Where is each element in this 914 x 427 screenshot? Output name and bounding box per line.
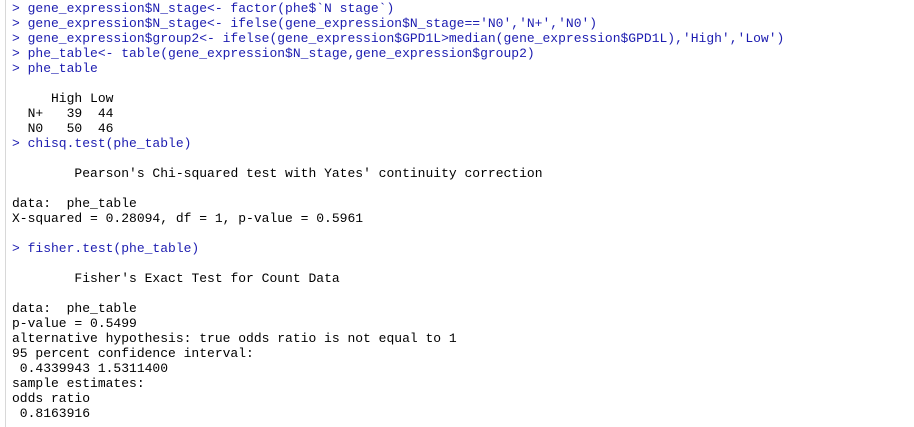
console-command-line: > gene_expression$N_stage<- factor(phe$`… [12, 1, 395, 16]
console-command-line: > fisher.test(phe_table) [12, 241, 200, 256]
console-output-line: X-squared = 0.28094, df = 1, p-value = 0… [12, 211, 364, 226]
console-command-line: > gene_expression$group2<- ifelse(gene_e… [12, 31, 785, 46]
console-output: > gene_expression$N_stage<- factor(phe$`… [12, 1, 784, 421]
console-output-line: N+ 39 44 [12, 106, 114, 121]
console-output-line: sample estimates: [12, 376, 145, 391]
console-output-line: data: phe_table [12, 301, 137, 316]
console-output-line: Fisher's Exact Test for Count Data [12, 271, 340, 286]
r-console[interactable]: > gene_expression$N_stage<- factor(phe$`… [5, 0, 914, 427]
console-output-line: 0.8163916 [12, 406, 98, 421]
console-output-line: data: phe_table [12, 196, 137, 211]
console-command-line: > phe_table [12, 61, 98, 76]
console-output-line: alternative hypothesis: true odds ratio … [12, 331, 457, 346]
console-command-line: > chisq.test(phe_table) [12, 136, 192, 151]
console-output-line: Pearson's Chi-squared test with Yates' c… [12, 166, 543, 181]
console-output-line: High Low [12, 91, 114, 106]
console-command-line: > gene_expression$N_stage<- ifelse(gene_… [12, 16, 598, 31]
console-output-line: p-value = 0.5499 [12, 316, 137, 331]
console-output-line: N0 50 46 [12, 121, 114, 136]
console-command-line: > phe_table<- table(gene_expression$N_st… [12, 46, 535, 61]
console-output-line: odds ratio [12, 391, 98, 406]
console-output-line: 0.4339943 1.5311400 [12, 361, 169, 376]
console-output-line: 95 percent confidence interval: [12, 346, 254, 361]
